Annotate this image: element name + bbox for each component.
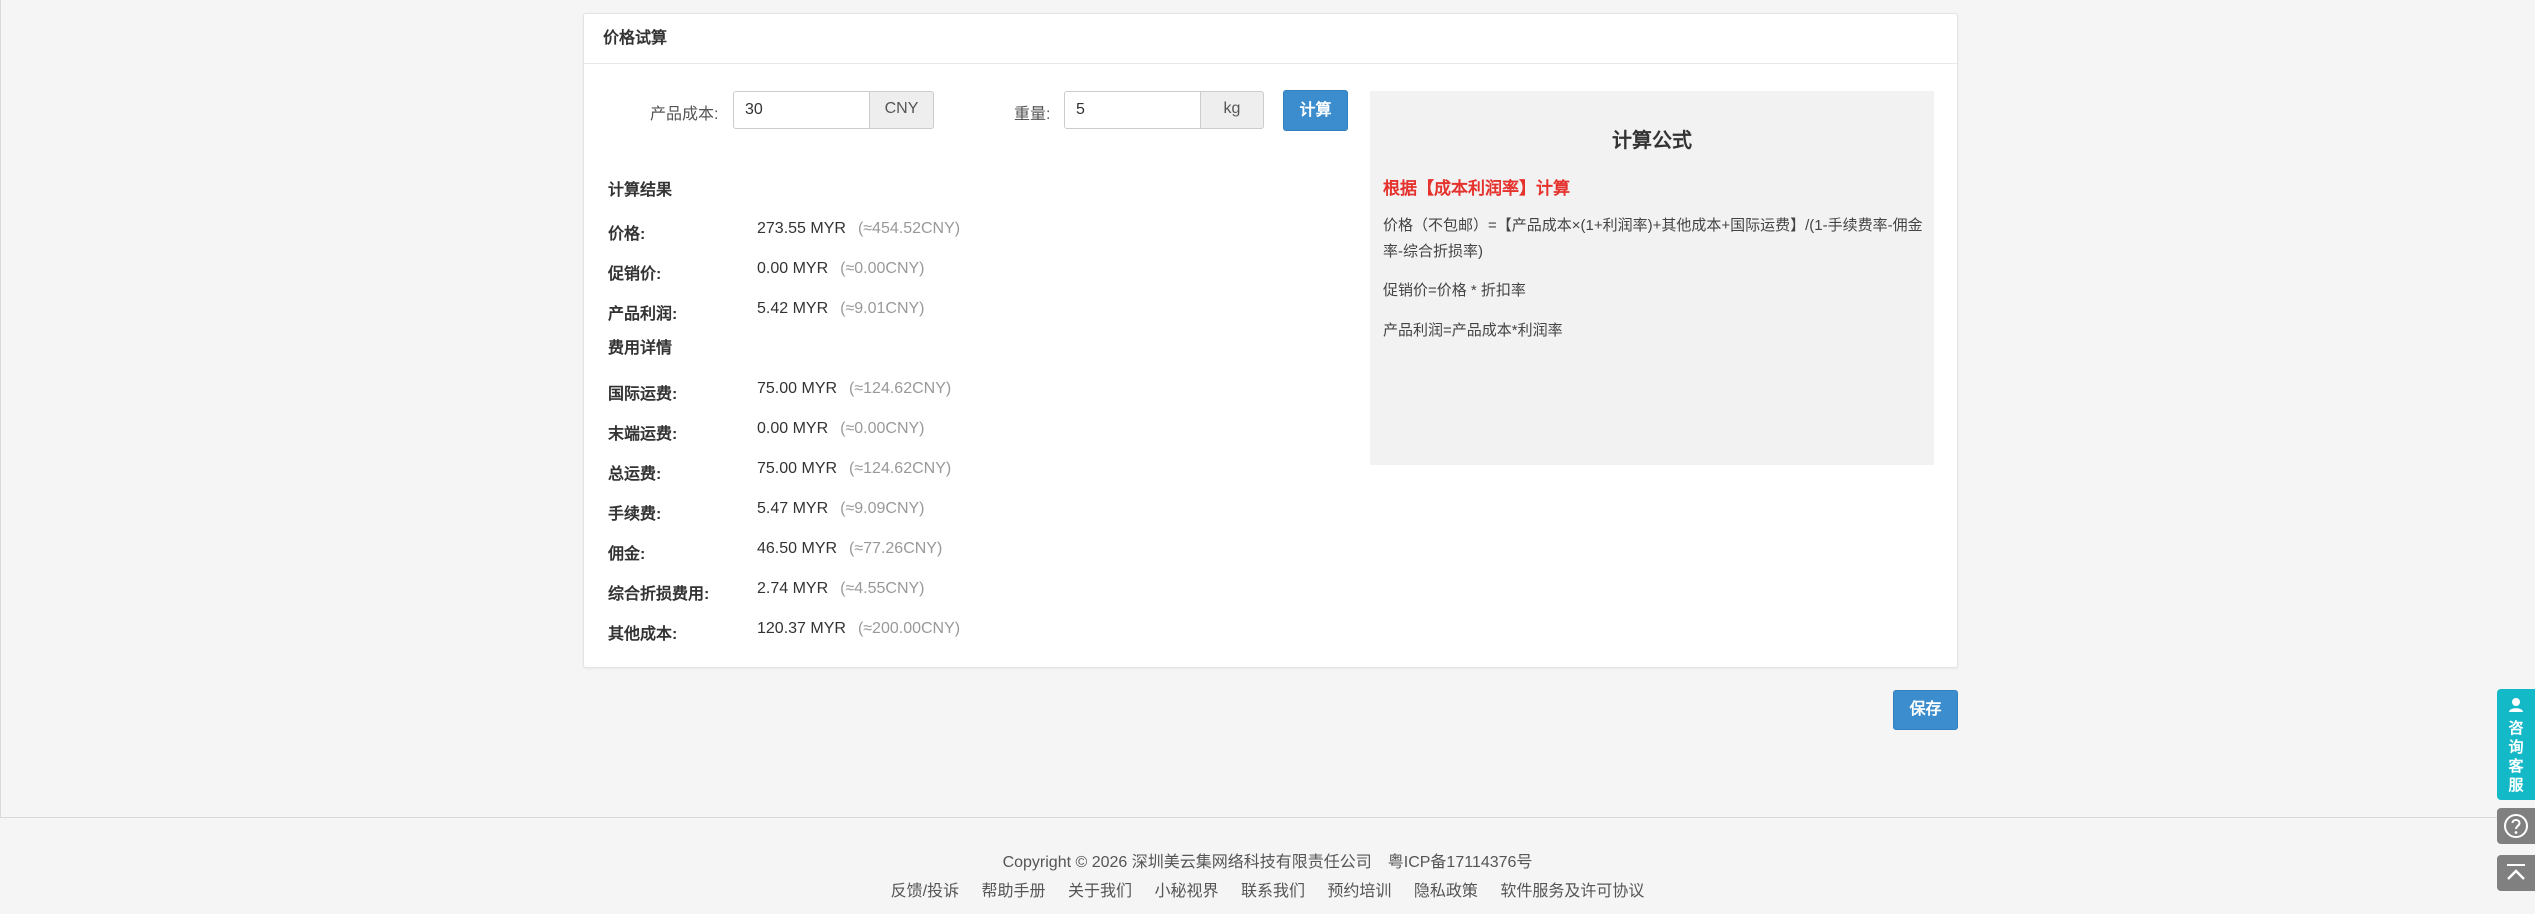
row-value: 5.42 MYR (≈9.01CNY) bbox=[757, 300, 925, 317]
weight-unit-addon: kg bbox=[1201, 91, 1264, 129]
row-value: 0.00 MYR (≈0.00CNY) bbox=[757, 420, 925, 437]
footer-link-privacy[interactable]: 隐私政策 bbox=[1414, 883, 1478, 900]
row-label: 产品利润: bbox=[608, 306, 678, 323]
footer-links: 反馈/投诉 帮助手册 关于我们 小秘视界 联系我们 预约培训 隐私政策 软件服务… bbox=[0, 877, 2535, 901]
price-calculator-panel: 价格试算 产品成本: 30 CNY 重量: 5 kg 计算 计算结果 价格: 2… bbox=[583, 13, 1958, 668]
footer-link-about[interactable]: 关于我们 bbox=[1068, 883, 1132, 900]
row-value: 2.74 MYR (≈4.55CNY) bbox=[757, 580, 925, 597]
chevron-up-icon bbox=[2507, 864, 2525, 880]
footer-link-help[interactable]: 帮助手册 bbox=[982, 883, 1046, 900]
calculate-button[interactable]: 计算 bbox=[1283, 90, 1348, 131]
help-button[interactable] bbox=[2497, 808, 2535, 844]
weight-input[interactable]: 5 bbox=[1064, 91, 1201, 129]
footer-divider bbox=[0, 817, 2535, 818]
customer-service-label: 咨询客服 bbox=[2508, 720, 2524, 794]
footer-link-training[interactable]: 预约培训 bbox=[1327, 883, 1391, 900]
row-label: 国际运费: bbox=[608, 386, 678, 403]
page-left-border bbox=[0, 0, 1, 818]
customer-service-button[interactable]: 咨询客服 bbox=[2497, 689, 2535, 800]
row-label: 总运费: bbox=[608, 466, 662, 483]
panel-title: 价格试算 bbox=[584, 14, 1957, 64]
back-to-top-button[interactable] bbox=[2497, 855, 2535, 891]
results-title: 计算结果 bbox=[608, 182, 673, 199]
row-value: 46.50 MYR (≈77.26CNY) bbox=[757, 540, 943, 557]
question-circle-icon bbox=[2504, 814, 2528, 838]
footer-copyright: Copyright © 2026 深圳美云集网络科技有限责任公司 粤ICP备17… bbox=[1002, 854, 1533, 871]
weight-label: 重量: bbox=[1014, 106, 1051, 123]
footer-link-feedback[interactable]: 反馈/投诉 bbox=[891, 883, 959, 900]
customer-service-icon bbox=[2509, 698, 2523, 712]
save-button[interactable]: 保存 bbox=[1893, 690, 1958, 730]
row-label: 价格: bbox=[608, 226, 646, 243]
footer-link-xiaomi-vision[interactable]: 小秘视界 bbox=[1154, 883, 1218, 900]
footer-link-license[interactable]: 软件服务及许可协议 bbox=[1500, 883, 1644, 900]
cost-unit-addon: CNY bbox=[870, 91, 934, 129]
row-label: 综合折损费用: bbox=[608, 586, 710, 603]
row-value: 5.47 MYR (≈9.09CNY) bbox=[757, 500, 925, 517]
row-label: 促销价: bbox=[608, 266, 662, 283]
fees-title: 费用详情 bbox=[608, 340, 673, 357]
row-value: 273.55 MYR (≈454.52CNY) bbox=[757, 220, 961, 237]
row-label: 末端运费: bbox=[608, 426, 678, 443]
formula-title: 计算公式 bbox=[1612, 130, 1692, 152]
formula-subtitle: 根据【成本利润率】计算 bbox=[1383, 179, 1570, 198]
row-label: 佣金: bbox=[608, 546, 646, 563]
row-value: 75.00 MYR (≈124.62CNY) bbox=[757, 380, 952, 397]
row-value: 0.00 MYR (≈0.00CNY) bbox=[757, 260, 925, 277]
row-label: 其他成本: bbox=[608, 626, 678, 643]
footer-link-contact[interactable]: 联系我们 bbox=[1241, 883, 1305, 900]
cost-label: 产品成本: bbox=[650, 106, 719, 123]
formula-box: 计算公式 根据【成本利润率】计算 价格（不包邮）=【产品成本×(1+利润率)+其… bbox=[1370, 91, 1934, 465]
row-value: 120.37 MYR (≈200.00CNY) bbox=[757, 620, 961, 637]
cost-input[interactable]: 30 bbox=[733, 91, 870, 129]
formula-profit: 产品利润=产品成本*利润率 bbox=[1383, 322, 1563, 339]
row-label: 手续费: bbox=[608, 506, 662, 523]
row-value: 75.00 MYR (≈124.62CNY) bbox=[757, 460, 952, 477]
formula-promo-price: 促销价=价格 * 折扣率 bbox=[1383, 282, 1526, 299]
formula-price: 价格（不包邮）=【产品成本×(1+利润率)+其他成本+国际运费】/(1-手续费率… bbox=[1383, 217, 1923, 260]
